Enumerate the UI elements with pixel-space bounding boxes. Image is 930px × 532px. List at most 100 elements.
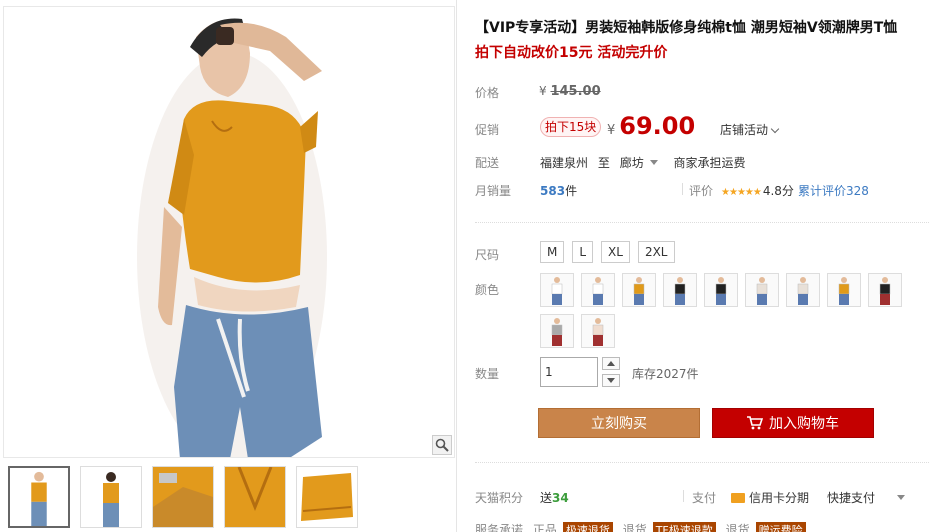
destination-label: 廊坊 <box>619 156 644 170</box>
sales-unit: 件 <box>565 184 578 198</box>
gray-tee-swatch-icon <box>551 318 563 346</box>
sales-count: 583 <box>540 184 566 198</box>
black-tee-swatch-icon <box>879 277 891 305</box>
color-swatch-11[interactable] <box>581 314 615 348</box>
shipping-label: 配送 <box>475 156 500 170</box>
thumbnail-model-image <box>81 467 141 527</box>
quantity-increase-button[interactable] <box>602 357 620 370</box>
rating-score: 4.8分 <box>762 184 794 198</box>
monthly-sales-label: 月销量 <box>475 184 512 198</box>
beige-tee-swatch-icon <box>756 277 768 305</box>
white-tee-swatch-icon <box>592 277 604 305</box>
shipping-fee: 商家承担运费 <box>673 156 746 170</box>
color-swatches <box>540 273 930 348</box>
color-swatch-1[interactable] <box>540 273 574 307</box>
thumbnail-strip <box>8 466 358 528</box>
shipping-to: 至 <box>597 156 610 170</box>
add-to-cart-label: 加入购物车 <box>769 416 839 432</box>
thumbnail-5[interactable] <box>296 466 358 528</box>
promo-price: ¥69.00 <box>607 112 695 140</box>
stock-count: 库存2027件 <box>632 367 699 381</box>
section-divider <box>475 222 930 223</box>
main-product-image[interactable] <box>3 6 455 458</box>
product-gallery <box>0 0 456 532</box>
color-swatch-8[interactable] <box>827 273 861 307</box>
thumbnail-4[interactable] <box>224 466 286 528</box>
shop-activity-dropdown[interactable]: 店铺活动 <box>720 121 780 138</box>
points-label: 天猫积分 <box>475 491 524 505</box>
color-swatch-6[interactable] <box>745 273 779 307</box>
color-swatch-2[interactable] <box>581 273 615 307</box>
color-label: 颜色 <box>475 283 500 297</box>
credit-card-icon <box>731 492 745 503</box>
divider-vertical <box>683 490 684 502</box>
service-label: 服务承诺 <box>475 523 524 532</box>
color-swatch-9[interactable] <box>868 273 902 307</box>
promo-label: 促销 <box>475 123 500 137</box>
destination-selector[interactable]: 廊坊 <box>620 156 664 170</box>
service-promises: 服务承诺 正品 极速退货 退货 TF极速退款 退货 赠运费险 <box>475 521 930 532</box>
magnifier-icon <box>435 438 449 452</box>
quantity-decrease-button[interactable] <box>602 374 620 387</box>
add-to-cart-button[interactable]: 加入购物车 <box>712 408 874 438</box>
original-price-value: 145.00 <box>550 84 601 99</box>
color-swatch-3[interactable] <box>622 273 656 307</box>
thumbnail-model-image <box>10 468 68 526</box>
thumbnail-3[interactable] <box>152 466 214 528</box>
quick-pay-label: 快捷支付 <box>827 491 876 505</box>
service-badge-1: 极速退货 <box>562 522 613 532</box>
quantity-label: 数量 <box>475 367 500 381</box>
payment-more-dropdown-icon[interactable] <box>897 495 905 500</box>
thumbnail-hem-detail <box>297 467 357 527</box>
size-option-l[interactable]: L <box>572 241 594 263</box>
thumbnail-fabric-detail <box>153 467 213 527</box>
color-swatch-10[interactable] <box>540 314 574 348</box>
color-swatch-7[interactable] <box>786 273 820 307</box>
original-price: ¥ 145.00 <box>539 84 601 99</box>
black-tee-swatch-icon <box>715 277 727 305</box>
size-option-xl[interactable]: XL <box>601 241 630 263</box>
quantity-input[interactable] <box>540 357 598 387</box>
quick-pay-option[interactable]: 快捷支付 <box>827 489 875 506</box>
beige-tee-swatch-icon <box>797 277 809 305</box>
model-photo <box>4 7 454 457</box>
payment-label: 支付 <box>692 491 717 505</box>
product-subtitle: 拍下自动改价15元 活动完升价 <box>475 45 668 61</box>
points-prefix: 送 <box>540 491 553 505</box>
product-info-panel: 【VIP专享活动】男装短袖韩版修身纯棉t恤 潮男短袖V领潮牌男T恤 拍下自动改价… <box>456 0 930 532</box>
rating-block: 评价 ★★★★★ 4.8分 累计评价328 <box>689 182 869 199</box>
thumbnail-collar-detail <box>225 467 285 527</box>
service-badge-2: TF极速退款 <box>652 522 716 532</box>
size-options: M L XL 2XL <box>540 241 675 263</box>
star-rating-icon: ★★★★★ <box>721 187 762 198</box>
dropdown-triangle-icon <box>649 160 658 165</box>
color-swatch-4[interactable] <box>663 273 697 307</box>
shop-activity-label: 店铺活动 <box>720 123 769 137</box>
reviews-link[interactable]: 累计评价328 <box>798 184 869 198</box>
service-item-2: 退货 <box>622 523 647 532</box>
thumbnail-2[interactable] <box>80 466 142 528</box>
monthly-sales: 583件 <box>540 182 577 199</box>
size-label: 尺码 <box>475 248 500 262</box>
thumbnail-1[interactable] <box>8 466 70 528</box>
size-option-m[interactable]: M <box>540 241 565 263</box>
chevron-down-icon <box>770 124 780 134</box>
card-pay-label: 信用卡分期 <box>749 491 810 505</box>
promo-price-value: 69.00 <box>619 112 696 140</box>
shipping-row: 福建泉州 至 廊坊 商家承担运费 <box>540 154 746 171</box>
shipping-origin: 福建泉州 <box>540 156 589 170</box>
service-item-3: 退货 <box>725 523 750 532</box>
color-swatch-5[interactable] <box>704 273 738 307</box>
orange-tee-swatch-icon <box>633 277 645 305</box>
caret-down-icon <box>607 378 615 383</box>
divider-vertical <box>682 183 683 195</box>
points-value: 送34 <box>540 489 569 506</box>
buy-now-button[interactable]: 立刻购买 <box>538 408 700 438</box>
credit-card-installment-option[interactable]: 信用卡分期 <box>731 489 809 506</box>
size-option-2xl[interactable]: 2XL <box>637 241 675 263</box>
section-divider <box>475 462 930 463</box>
zoom-button[interactable] <box>432 435 452 455</box>
service-item-1: 正品 <box>532 523 557 532</box>
product-title: 【VIP专享活动】男装短袖韩版修身纯棉t恤 潮男短袖V领潮牌男T恤 <box>475 20 898 36</box>
black-tee-swatch-icon <box>674 277 686 305</box>
